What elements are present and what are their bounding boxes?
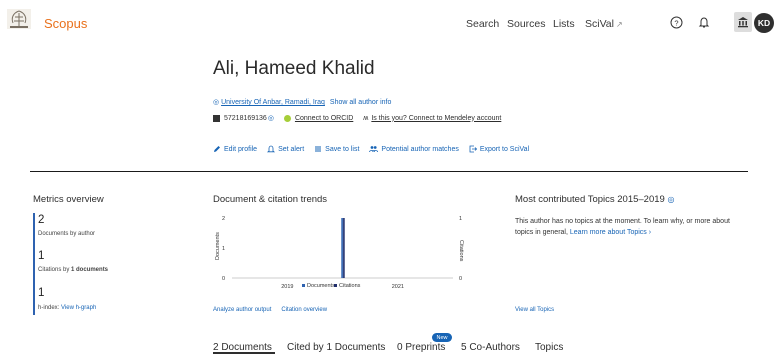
documents-count: 2	[38, 214, 45, 226]
document-citation-chart: 2 1 0 1 0 Documents Citations 2019 2021 Documents…	[215, 216, 464, 290]
export-to-scival-label: Export to SciVal	[479, 145, 530, 153]
y-tick-label-left: 2	[222, 216, 225, 222]
elsevier-logo-icon[interactable]	[6, 8, 32, 30]
svg-text:?: ?	[674, 18, 678, 27]
set-alert-button[interactable]: Set alert	[267, 145, 304, 153]
connect-orcid-link[interactable]: Connect to ORCID	[295, 115, 353, 122]
citations-documents-link[interactable]: 1 documents	[71, 267, 108, 273]
citations-label-prefix: Citations by	[38, 267, 72, 273]
learn-more-topics-link[interactable]: Learn more about Topics	[570, 229, 647, 236]
legend-label-documents: Documents	[307, 283, 335, 289]
view-all-topics-link[interactable]: View all Topics	[515, 307, 554, 313]
h-index-label: h-index:	[38, 305, 60, 311]
id-card-icon	[213, 114, 220, 122]
h-index-value: 1	[38, 287, 45, 299]
people-icon	[369, 146, 379, 153]
view-h-graph-link[interactable]: View h-graph	[61, 305, 96, 311]
analyze-author-output-link[interactable]: Analyze author output	[213, 307, 271, 313]
edit-profile-label: Edit profile	[224, 145, 258, 153]
tab-topics[interactable]: Topics	[535, 342, 563, 353]
author-id: 57218169136	[224, 114, 267, 122]
location-pin-icon: ◎	[213, 99, 220, 106]
y-tick-label-right: 1	[459, 216, 462, 222]
list-icon	[315, 146, 322, 152]
x-tick-label: 2019	[281, 284, 293, 290]
active-tab-indicator	[213, 352, 275, 354]
nav-scival[interactable]: SciVal ↗	[585, 18, 623, 30]
trend-links: Analyze author output Citation overview	[213, 307, 327, 313]
x-tick-label: 2021	[392, 284, 404, 290]
metrics-overview-title: Metrics overview	[33, 194, 104, 205]
bar-documents	[341, 218, 343, 278]
potential-author-matches-label: Potential author matches	[381, 145, 459, 153]
bell-icon	[267, 145, 276, 153]
affiliation-link[interactable]: University Of Anbar, Ramadi, Iraq	[221, 99, 325, 106]
nav-scival-label: SciVal	[585, 18, 614, 30]
tab-cited-by[interactable]: Cited by 1 Documents	[287, 342, 385, 353]
brand-name[interactable]: Scopus	[44, 16, 87, 31]
institution-icon[interactable]	[734, 12, 752, 32]
chevron-right-icon: ›	[648, 229, 652, 236]
bar-citations	[343, 218, 345, 278]
section-divider	[30, 171, 748, 172]
nav-sources[interactable]: Sources	[507, 18, 546, 30]
citations-label: Citations by 1 documents	[38, 267, 108, 273]
connect-mendeley-link[interactable]: Is this you? Connect to Mendeley account	[371, 115, 501, 122]
mendeley-icon: ʍ	[363, 114, 369, 122]
export-icon	[469, 145, 477, 153]
trends-title: Document & citation trends	[213, 194, 328, 205]
potential-author-matches-button[interactable]: Potential author matches	[369, 145, 459, 153]
set-alert-label: Set alert	[278, 145, 305, 153]
legend-label-citations: Citations	[339, 283, 361, 289]
y-axis-label-right: Citations	[458, 240, 464, 262]
author-name: Ali, Hameed Khalid	[213, 58, 375, 79]
tab-preprints[interactable]: 0 Preprints	[397, 342, 445, 353]
y-tick-label-left: 1	[222, 246, 225, 252]
show-all-author-info-link[interactable]: Show all author info	[330, 99, 391, 106]
orcid-icon	[283, 114, 291, 122]
edit-profile-button[interactable]: Edit profile	[213, 145, 257, 153]
info-icon[interactable]: ◎	[667, 195, 674, 204]
y-tick-label-right: 0	[459, 276, 462, 282]
pencil-icon	[214, 146, 220, 152]
avatar[interactable]: KD	[754, 13, 774, 33]
citation-overview-link[interactable]: Citation overview	[281, 307, 327, 313]
nav-lists[interactable]: Lists	[553, 18, 575, 30]
top-bar: Scopus Search Sources Lists SciVal ↗ ? KD	[0, 0, 777, 44]
y-axis-label-left: Documents	[215, 232, 221, 260]
topics-title-row: Most contributed Topics 2015–2019 ◎	[515, 194, 674, 205]
legend-swatch-citations	[334, 284, 337, 287]
export-to-scival-button[interactable]: Export to SciVal	[469, 145, 529, 153]
topics-title: Most contributed Topics 2015–2019	[515, 194, 665, 205]
external-link-icon: ↗	[615, 20, 623, 29]
save-to-list-button[interactable]: Save to list	[314, 145, 359, 153]
save-to-list-label: Save to list	[325, 145, 360, 153]
h-index-row: h-index: View h-graph	[38, 305, 96, 311]
identifier-line: 57218169136 ◎ Connect to ORCID ʍ Is this…	[213, 114, 501, 122]
citations-count: 1	[38, 250, 45, 262]
bell-icon[interactable]	[694, 12, 714, 32]
info-icon[interactable]: ◎	[268, 114, 274, 122]
metrics-accent-bar	[33, 213, 35, 315]
tab-co-authors[interactable]: 5 Co-Authors	[461, 342, 520, 353]
documents-by-author-label: Documents by author	[38, 231, 96, 237]
legend-swatch-documents	[302, 284, 305, 287]
affiliation-line: ◎ University Of Anbar, Ramadi, Iraq Show…	[213, 98, 391, 106]
nav-search[interactable]: Search	[466, 18, 499, 30]
help-icon[interactable]: ?	[666, 12, 686, 32]
y-tick-label-left: 0	[222, 276, 225, 282]
new-badge: New	[432, 333, 452, 342]
author-actions: Edit profile Set alert Save to list Pote…	[213, 145, 529, 153]
topics-message: This author has no topics at the moment.…	[515, 216, 745, 238]
